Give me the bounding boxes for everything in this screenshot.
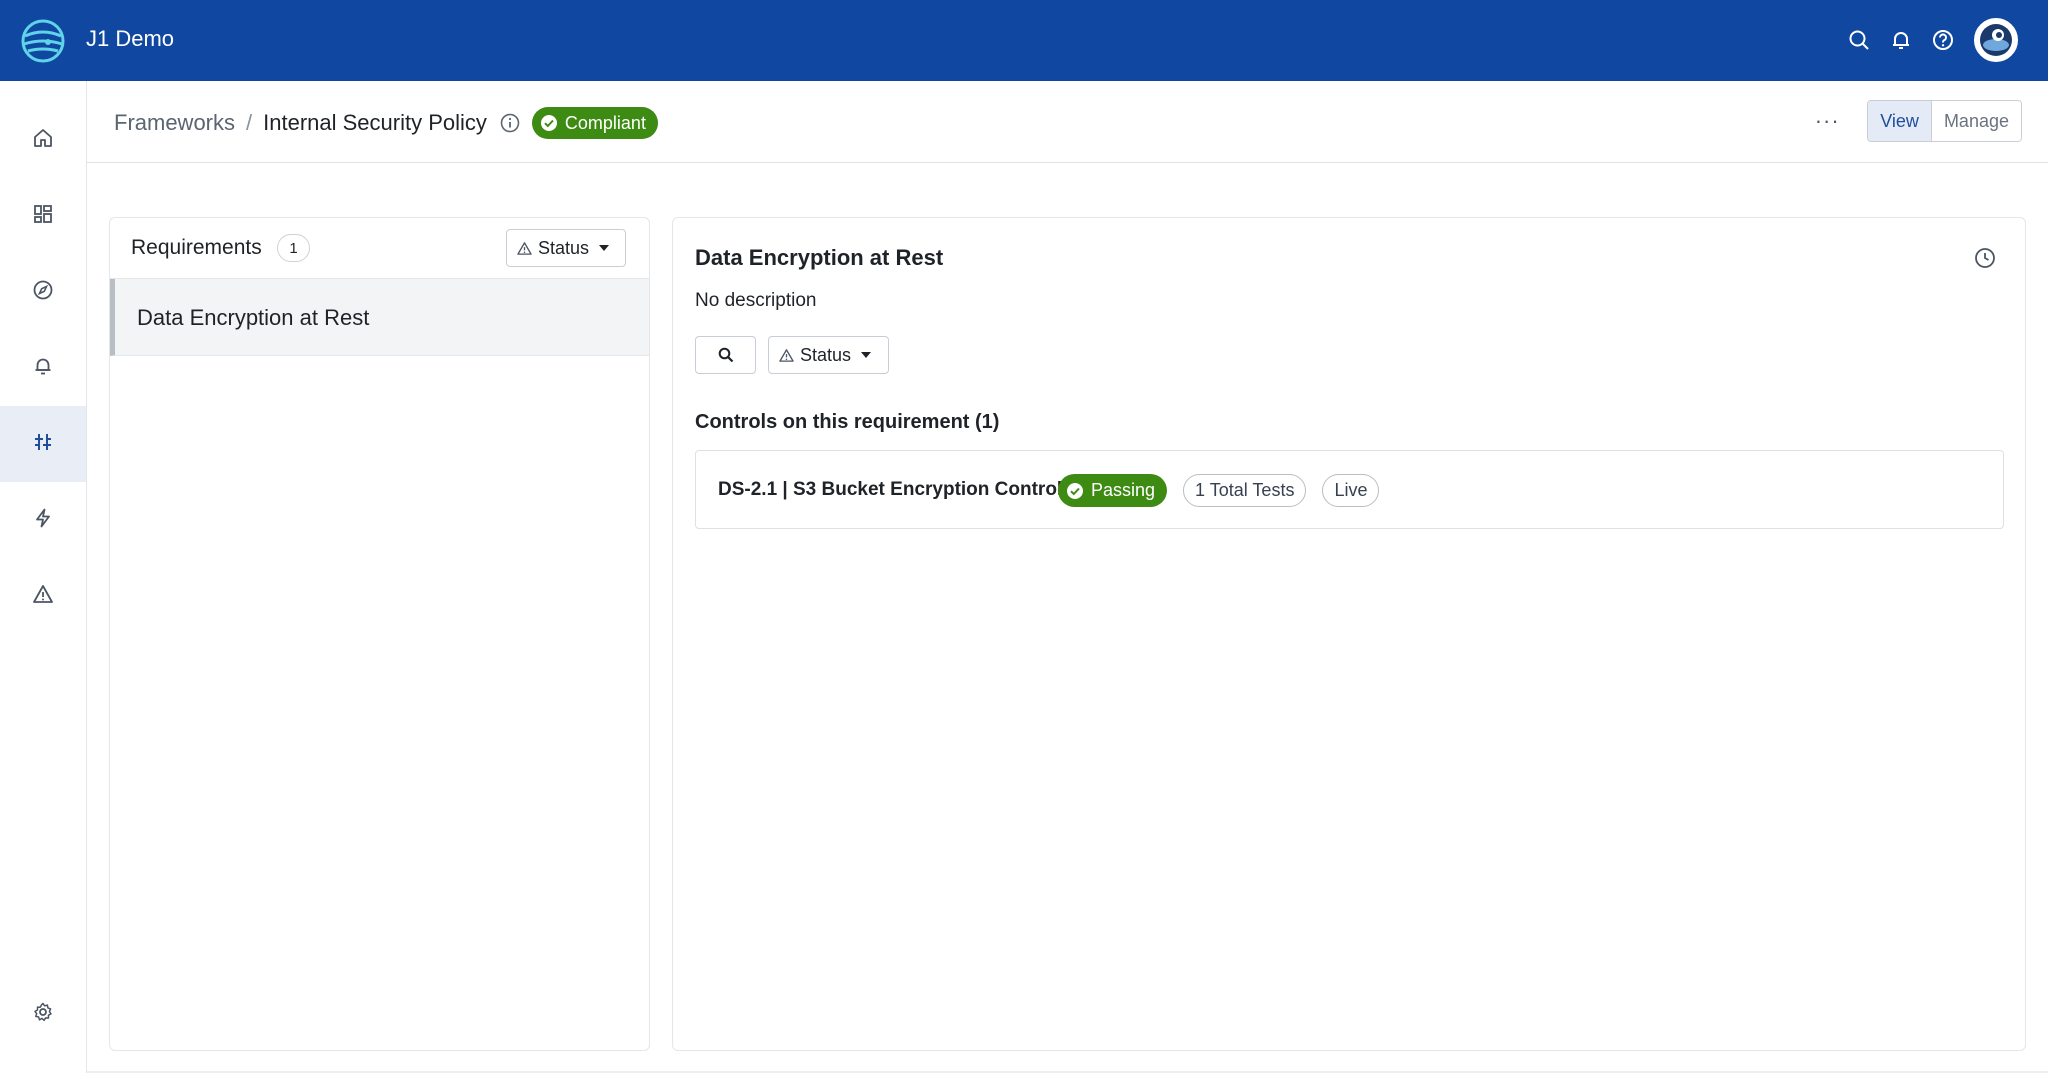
bell-icon[interactable] xyxy=(1888,27,1914,53)
requirement-list-item[interactable]: Data Encryption at Rest xyxy=(110,279,649,356)
warning-icon xyxy=(779,348,794,363)
control-tests-count: 1 Total Tests xyxy=(1183,474,1307,507)
nav-findings[interactable] xyxy=(0,558,86,634)
nav-compliance[interactable] xyxy=(0,406,86,482)
check-circle-icon xyxy=(540,114,558,132)
more-horizontal-icon: ··· xyxy=(1814,108,1840,133)
page-title: Internal Security Policy xyxy=(263,110,487,135)
jupiterone-logo-icon[interactable] xyxy=(20,18,66,64)
left-navigation xyxy=(0,81,87,1073)
nav-home[interactable] xyxy=(0,102,86,178)
help-icon[interactable] xyxy=(1930,27,1956,53)
controls-section-title: Controls on this requirement (1) xyxy=(695,411,1000,433)
control-status-badge: Passing xyxy=(1058,474,1168,507)
requirement-description: No description xyxy=(695,290,817,311)
control-card[interactable]: DS-2.1 | S3 Bucket Encryption Control Pa… xyxy=(695,450,2004,529)
requirements-panel: Requirements 1 Status Data Encryption at… xyxy=(109,217,650,1051)
breadcrumb: Frameworks / Internal Security Policy Co… xyxy=(114,107,658,139)
control-tags: Passing 1 Total Tests Live xyxy=(1058,474,1380,507)
nav-integrations[interactable] xyxy=(0,482,86,558)
compliance-icon xyxy=(32,431,54,458)
requirements-header: Requirements 1 Status xyxy=(110,218,649,279)
warning-icon xyxy=(517,241,532,256)
nav-settings[interactable] xyxy=(0,976,86,1052)
dashboard-icon xyxy=(32,203,54,230)
bell-icon xyxy=(32,355,54,382)
view-manage-toggle: View Manage xyxy=(1867,100,2022,142)
status-filter-label: Status xyxy=(800,344,852,365)
compliance-status-label: Compliant xyxy=(564,112,646,133)
control-status-label: Passing xyxy=(1091,480,1156,500)
compass-icon xyxy=(32,279,54,306)
requirement-item-label: Data Encryption at Rest xyxy=(137,305,370,330)
requirement-title: Data Encryption at Rest xyxy=(695,245,944,270)
history-icon[interactable] xyxy=(1973,246,1997,270)
check-circle-icon xyxy=(1066,482,1084,500)
page-header: Frameworks / Internal Security Policy Co… xyxy=(87,81,2048,163)
app-title: J1 Demo xyxy=(86,26,175,51)
manage-button[interactable]: Manage xyxy=(1931,101,2021,141)
control-name: DS-2.1 | S3 Bucket Encryption Control xyxy=(718,479,1063,500)
caret-down-icon xyxy=(861,352,872,358)
control-mode-badge: Live xyxy=(1322,474,1380,507)
caret-down-icon xyxy=(599,245,610,251)
info-icon[interactable] xyxy=(499,112,521,134)
home-icon xyxy=(32,127,54,154)
requirements-title: Requirements xyxy=(131,236,262,259)
more-options-button[interactable]: ··· xyxy=(1809,103,1845,139)
requirement-detail-panel: Data Encryption at Rest No description S… xyxy=(672,217,2026,1051)
nav-alerts[interactable] xyxy=(0,330,86,406)
nav-explore[interactable] xyxy=(0,254,86,330)
compliance-status-badge: Compliant xyxy=(531,107,658,139)
top-bar: J1 Demo xyxy=(0,0,2048,81)
search-icon[interactable] xyxy=(1846,27,1872,53)
search-icon xyxy=(718,347,734,363)
lightning-icon xyxy=(32,507,54,534)
user-avatar[interactable] xyxy=(1974,18,2018,62)
warning-icon xyxy=(32,583,54,610)
controls-status-filter[interactable]: Status xyxy=(768,336,889,374)
requirements-status-filter[interactable]: Status xyxy=(506,229,626,267)
controls-search-button[interactable] xyxy=(695,336,756,374)
status-filter-label: Status xyxy=(538,237,590,258)
settings-icon xyxy=(32,1001,54,1028)
view-button[interactable]: View xyxy=(1868,101,1932,141)
requirements-count-badge: 1 xyxy=(277,234,310,262)
breadcrumb-separator: / xyxy=(246,110,253,135)
nav-dashboards[interactable] xyxy=(0,178,86,254)
breadcrumb-frameworks-link[interactable]: Frameworks xyxy=(114,110,235,136)
